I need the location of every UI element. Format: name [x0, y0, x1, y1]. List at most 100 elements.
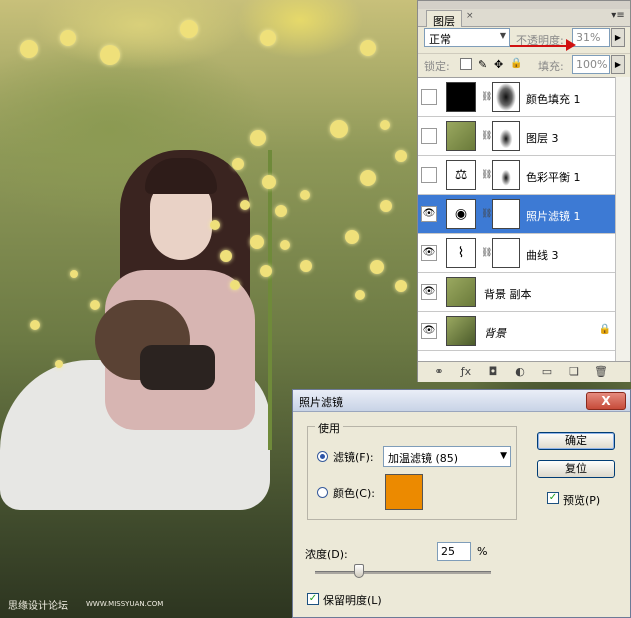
color-radio[interactable] — [317, 487, 328, 498]
layer-mask-thumbnail[interactable] — [492, 82, 520, 112]
filter-radio[interactable] — [317, 451, 328, 462]
lock-row: 锁定: ✎ ✥ 🔒 填充: 100% ▶ — [418, 53, 630, 75]
layer-mask-thumbnail[interactable] — [492, 199, 520, 229]
lock-transparency-icon[interactable] — [460, 58, 472, 70]
chevron-down-icon: ▼ — [500, 451, 507, 461]
photo-flower — [395, 150, 407, 162]
layer-row[interactable]: ⛓ 颜色填充 1 — [418, 78, 615, 117]
photo-flower — [240, 200, 250, 210]
annotation-red-line — [510, 45, 570, 47]
photo-flower — [210, 220, 220, 230]
layer-thumbnail[interactable] — [446, 121, 476, 151]
eye-icon[interactable]: 👁 — [421, 323, 437, 339]
photo-flower — [250, 235, 264, 249]
layer-mask-thumbnail[interactable] — [492, 160, 520, 190]
preview-checkbox[interactable]: ✓ — [547, 492, 559, 504]
group-icon[interactable]: ▭ — [540, 365, 554, 379]
photo-flower — [380, 200, 392, 212]
layer-list: ⛓ 颜色填充 1 ⛓ 图层 3 ⚖ ⛓ 色彩平衡 1 👁 ◉ ⛓ 照片滤镜 1 👁 ⌇ ⛓ 曲线 3 👁 背景 … — [418, 77, 615, 361]
photo-filter-dialog: 照片滤镜 X 使用 滤镜(F): 加温滤镜 (85) ▼ 颜色(C): 确定 复… — [292, 389, 631, 618]
layer-row[interactable]: 👁 背景 副本 — [418, 273, 615, 312]
dialog-titlebar[interactable]: 照片滤镜 X — [293, 390, 630, 412]
photo-flower — [395, 280, 407, 292]
blend-mode-select[interactable]: 正常 ▼ — [424, 28, 510, 47]
layer-name: 颜色填充 1 — [526, 93, 581, 106]
adjustment-icon[interactable]: ◐ — [513, 365, 527, 379]
fx-icon[interactable]: ƒx — [459, 365, 473, 379]
adjustment-thumbnail-icon[interactable]: ⌇ — [446, 238, 476, 268]
photo-flower — [180, 20, 198, 38]
chain-link-icon[interactable]: ⛓ — [481, 131, 492, 141]
eye-icon[interactable]: 👁 — [421, 284, 437, 300]
eye-icon[interactable]: 👁 — [421, 245, 437, 261]
fill-slider-button[interactable]: ▶ — [611, 55, 625, 74]
layer-row[interactable]: ⛓ 图层 3 — [418, 117, 615, 156]
layer-name: 曲线 3 — [526, 249, 559, 262]
panel-menu-icon[interactable]: ▾≡ — [610, 10, 626, 24]
photo-flower — [30, 320, 40, 330]
photo-flower — [300, 190, 310, 200]
reset-button[interactable]: 复位 — [537, 460, 615, 478]
new-layer-icon[interactable]: ❏ — [567, 365, 581, 379]
mask-icon[interactable]: ◘ — [486, 365, 500, 379]
chain-link-icon[interactable]: ⛓ — [481, 92, 492, 102]
density-slider-thumb[interactable] — [354, 564, 364, 578]
chain-link-icon[interactable]: ⛓ — [481, 170, 492, 180]
color-radio-label[interactable]: 颜色(C): — [333, 485, 375, 501]
annotation-red-arrow-icon — [566, 39, 576, 51]
lock-label: 锁定: — [424, 60, 450, 73]
trash-icon[interactable]: 🗑 — [594, 365, 608, 379]
tab-layers[interactable]: 图层 — [426, 10, 462, 28]
link-icon[interactable]: ⚭ — [432, 365, 446, 379]
layer-row[interactable]: 👁 背景 🔒 — [418, 312, 615, 351]
chevron-down-icon: ▼ — [499, 31, 506, 40]
lock-position-icon[interactable]: ✥ — [494, 58, 506, 71]
ok-button[interactable]: 确定 — [537, 432, 615, 450]
close-icon[interactable]: X — [586, 392, 626, 410]
layer-row[interactable]: 👁 ◉ ⛓ 照片滤镜 1 — [418, 195, 615, 234]
preview-label[interactable]: 预览(P) — [563, 492, 600, 508]
layer-row[interactable]: 👁 ⌇ ⛓ 曲线 3 — [418, 234, 615, 273]
panel-titlebar[interactable] — [418, 1, 630, 9]
tab-close-icon[interactable]: × — [466, 11, 474, 21]
layer-name: 背景 — [484, 327, 506, 340]
lock-all-icon[interactable]: 🔒 — [510, 58, 522, 70]
photo-flower — [55, 360, 63, 368]
color-swatch[interactable] — [385, 474, 423, 510]
layer-name: 背景 副本 — [484, 288, 532, 301]
layer-name: 图层 3 — [526, 132, 559, 145]
visibility-toggle[interactable] — [421, 89, 437, 105]
layer-thumbnail[interactable] — [446, 316, 476, 346]
visibility-toggle[interactable] — [421, 167, 437, 183]
adjustment-thumbnail-icon[interactable]: ⚖ — [446, 160, 476, 190]
fill-input[interactable]: 100% — [572, 55, 610, 74]
photo-flower — [360, 170, 376, 186]
density-slider-track[interactable] — [315, 571, 491, 574]
layer-mask-thumbnail[interactable] — [492, 121, 520, 151]
photo-flower-stem — [268, 150, 272, 450]
density-label: 浓度(D): — [305, 548, 348, 561]
opacity-slider-button[interactable]: ▶ — [611, 28, 625, 47]
density-input[interactable]: 25 — [437, 542, 471, 561]
preserve-luminosity-checkbox[interactable]: ✓ — [307, 593, 319, 605]
eye-icon[interactable]: 👁 — [421, 206, 437, 222]
visibility-toggle[interactable] — [421, 128, 437, 144]
layer-mask-thumbnail[interactable] — [492, 238, 520, 268]
preserve-luminosity-label[interactable]: 保留明度(L) — [323, 592, 382, 608]
layer-thumbnail[interactable] — [446, 277, 476, 307]
layer-name: 色彩平衡 1 — [526, 171, 581, 184]
adjustment-thumbnail-icon[interactable]: ◉ — [446, 199, 476, 229]
layer-thumbnail[interactable] — [446, 82, 476, 112]
filter-select[interactable]: 加温滤镜 (85) ▼ — [383, 446, 511, 467]
lock-pixels-icon[interactable]: ✎ — [478, 58, 490, 71]
photo-flower — [260, 30, 276, 46]
opacity-input[interactable]: 31% — [572, 28, 610, 47]
layer-name: 照片滤镜 1 — [526, 210, 581, 223]
filter-radio-label[interactable]: 滤镜(F): — [333, 449, 374, 465]
layer-row[interactable]: ⚖ ⛓ 色彩平衡 1 — [418, 156, 615, 195]
layer-list-scrollbar[interactable] — [615, 77, 630, 361]
chain-link-icon[interactable]: ⛓ — [481, 209, 492, 219]
photo-flower — [60, 30, 76, 46]
watermark-text: 思缘设计论坛 — [8, 601, 68, 612]
chain-link-icon[interactable]: ⛓ — [481, 248, 492, 258]
